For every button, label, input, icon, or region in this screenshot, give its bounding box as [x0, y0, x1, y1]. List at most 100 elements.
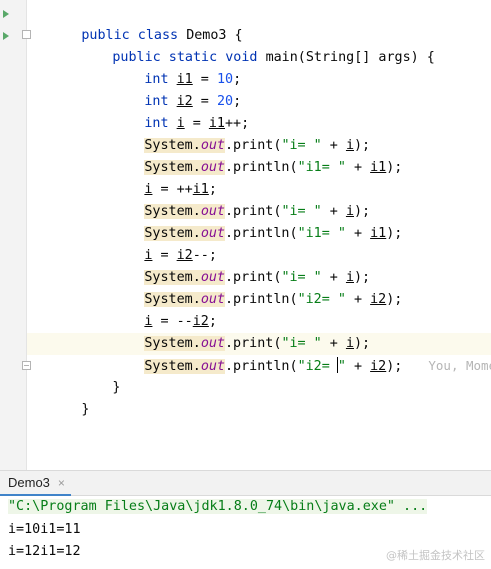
variable: i [345, 270, 354, 285]
punctuation: --; [192, 248, 217, 263]
method-call: .print( [225, 138, 282, 153]
static-field: out [200, 160, 225, 175]
system-name: System. [144, 270, 201, 285]
operator: = [152, 248, 177, 263]
system-name: System. [144, 138, 201, 153]
system-class: System.out [144, 270, 225, 285]
punctuation: ); [386, 160, 403, 175]
string-literal: "i2= " [297, 292, 346, 307]
system-name: System. [144, 336, 201, 351]
variable: i [345, 204, 354, 219]
punctuation: ; [208, 182, 217, 197]
keyword: int [144, 72, 177, 87]
closing-brace: } [112, 380, 121, 395]
variable: i2 [192, 314, 209, 329]
system-name: System. [144, 160, 201, 175]
static-field: out [200, 336, 225, 351]
punctuation: ); [386, 359, 403, 374]
fold-end-icon[interactable] [22, 361, 31, 370]
code-editor[interactable]: public class Demo3 { public static void … [0, 0, 491, 470]
git-blame-hint[interactable]: You, Moments ago [428, 358, 491, 373]
variable: i1 [176, 72, 193, 87]
string-literal: "i1= " [297, 160, 346, 175]
class-decl: Demo3 { [186, 28, 243, 43]
punctuation: ); [386, 226, 403, 241]
console-command-line[interactable]: "C:\Program Files\Java\jdk1.8.0_74\bin\j… [8, 499, 428, 514]
keyword: int [144, 116, 177, 131]
operator: + [345, 160, 371, 175]
close-icon[interactable]: × [58, 476, 65, 490]
method-call: .println( [225, 160, 298, 175]
static-field: out [200, 204, 225, 219]
variable: i1 [192, 182, 209, 197]
system-class: System.out [144, 292, 225, 307]
variable: i1 [208, 116, 225, 131]
operator: + [321, 138, 346, 153]
fold-marker-icon[interactable] [22, 30, 31, 39]
operator: = [192, 72, 217, 87]
system-name: System. [144, 204, 201, 219]
run-console[interactable]: "C:\Program Files\Java\jdk1.8.0_74\bin\j… [0, 496, 491, 569]
variable: i2 [370, 292, 387, 307]
system-class: System.out [144, 226, 225, 241]
string-literal: "i= " [281, 204, 322, 219]
static-field: out [200, 226, 225, 241]
variable: i [176, 116, 185, 131]
run-class-icon[interactable] [3, 10, 9, 18]
variable: i1 [370, 160, 387, 175]
variable: i2 [370, 359, 387, 374]
string-literal: "i= " [281, 336, 322, 351]
keyword: public class [81, 28, 187, 43]
static-field: out [200, 270, 225, 285]
run-main-icon[interactable] [3, 32, 9, 40]
string-literal: "i1= " [297, 226, 346, 241]
run-tool-window-header: Demo3 × [0, 470, 491, 496]
watermark: @稀土掘金技术社区 [386, 549, 485, 562]
method-call: .println( [225, 226, 298, 241]
console-output-line: i=10i1=11 [8, 522, 81, 537]
variable: i1 [370, 226, 387, 241]
console-output-line: i=12i1=12 [8, 544, 81, 559]
system-name: System. [144, 226, 201, 241]
variable: i2 [176, 94, 193, 109]
closing-brace: } [81, 402, 90, 417]
string-literal: " [337, 359, 346, 374]
punctuation: ); [386, 292, 403, 307]
method-call: .print( [225, 270, 282, 285]
system-name: System. [144, 359, 201, 374]
operator: + [321, 336, 346, 351]
static-field: out [200, 138, 225, 153]
static-field: out [200, 292, 225, 307]
operator: + [345, 292, 371, 307]
operator: + [321, 270, 346, 285]
string-literal: "i= " [281, 270, 322, 285]
punctuation: ); [354, 204, 371, 219]
operator: = ++ [152, 182, 193, 197]
method-call: .print( [225, 204, 282, 219]
punctuation: ; [233, 72, 242, 87]
number-literal: 10 [216, 72, 234, 87]
code-area[interactable]: public class Demo3 { public static void … [33, 3, 491, 417]
operator: = -- [152, 314, 193, 329]
operator: + [321, 204, 346, 219]
punctuation: ); [354, 336, 371, 351]
method-call: .println( [225, 359, 298, 374]
system-class: System.out [144, 160, 225, 175]
system-class: System.out [144, 336, 225, 351]
string-literal: "i= " [281, 138, 322, 153]
editor-gutter[interactable] [0, 0, 31, 470]
operator: + [345, 359, 371, 374]
punctuation: ; [208, 314, 217, 329]
method-decl: main(String[] args) { [265, 50, 435, 65]
keyword: public static void [112, 50, 266, 65]
punctuation: ++; [225, 116, 250, 131]
variable: i [345, 336, 354, 351]
method-call: .print( [225, 336, 282, 351]
variable: i [345, 138, 354, 153]
system-class: System.out [144, 359, 225, 374]
code-line-class: public class Demo3 { [33, 3, 491, 43]
run-tab-demo3[interactable]: Demo3 × [0, 471, 71, 496]
keyword: int [144, 94, 177, 109]
string-literal: "i2= [297, 359, 338, 374]
system-class: System.out [144, 204, 225, 219]
